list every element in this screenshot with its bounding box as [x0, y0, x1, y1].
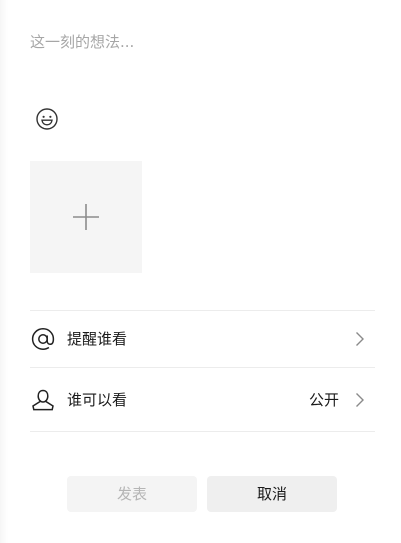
plus-icon: [73, 204, 99, 230]
mention-label: 提醒谁看: [67, 330, 128, 348]
post-text-input[interactable]: [30, 28, 370, 88]
chevron-right-icon: [355, 331, 365, 347]
divider: [30, 431, 375, 432]
visibility-row[interactable]: 谁可以看 公开: [30, 371, 375, 429]
add-photo-button[interactable]: [30, 161, 142, 273]
smiley-face-icon[interactable]: [35, 107, 59, 131]
chevron-right-icon: [355, 392, 365, 408]
visibility-value: 公开: [308, 391, 339, 409]
moments-composer: 提醒谁看 谁可以看 公开 发表 取消: [0, 0, 401, 543]
visibility-label: 谁可以看: [67, 391, 128, 409]
person-icon: [30, 387, 56, 413]
publish-button[interactable]: 发表: [67, 476, 197, 512]
mention-row[interactable]: 提醒谁看: [30, 310, 375, 368]
at-sign-icon: [30, 326, 56, 352]
cancel-button[interactable]: 取消: [207, 476, 337, 512]
divider: [30, 367, 375, 368]
edge-shadow: [0, 0, 8, 543]
